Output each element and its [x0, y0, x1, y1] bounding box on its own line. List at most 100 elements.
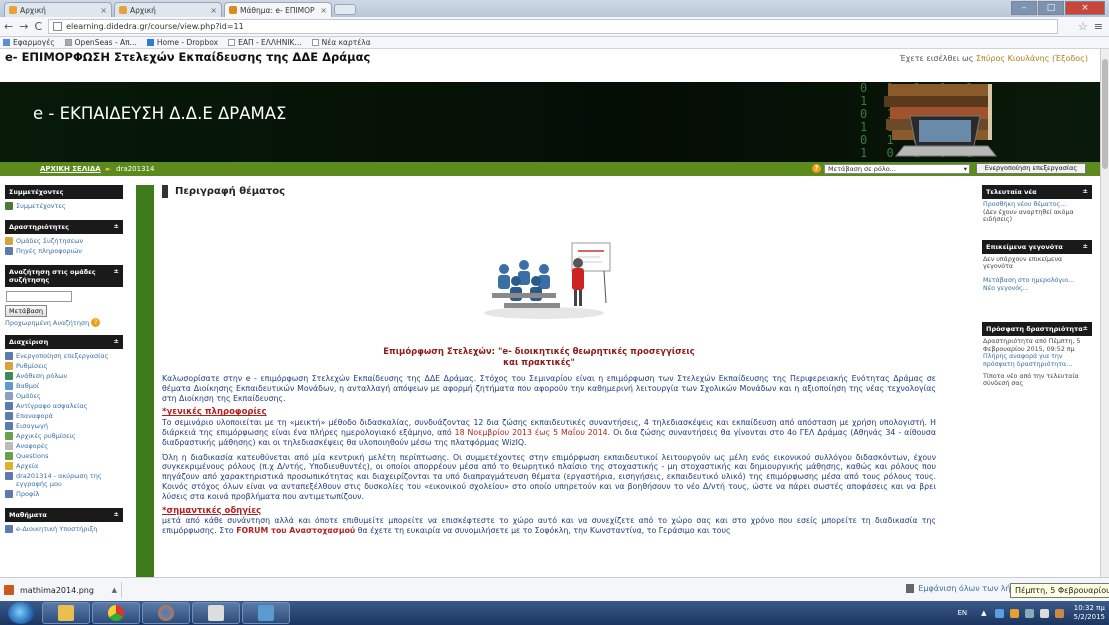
url-field[interactable]: elearning.didedra.gr/course/view.php?id=… — [48, 19, 1058, 34]
admin-item-grades[interactable]: Βαθμοί — [5, 382, 123, 390]
close-tab-icon[interactable]: × — [320, 6, 327, 15]
site-banner: 0 1 0 1 1 1 0 0 1 0 0 1 1 0 1 1 0 1 0 0 … — [0, 82, 1100, 162]
browser-tab-strip: Αρχική × Αρχική × Μάθημα: e- ΕΠΙΜΟΡ × — [0, 0, 1109, 17]
browser-tab-3[interactable]: Μάθημα: e- ΕΠΙΜΟΡ × — [224, 2, 332, 17]
taskbar-explorer[interactable] — [42, 602, 90, 624]
new-tab-button[interactable] — [334, 4, 356, 15]
user-link[interactable]: Σπύρος Κιουλάνης — [976, 54, 1049, 63]
admin-item-unenrol[interactable]: dra201314 - ακύρωση της εγγραφής μου — [5, 472, 123, 488]
bookmark-dropbox[interactable]: Home - Dropbox — [146, 38, 218, 47]
sidebar-item-label: Ομάδες Συζήτησεων — [16, 237, 84, 245]
collapse-toggle-icon[interactable]: ± — [114, 222, 119, 230]
admin-item-files[interactable]: Αρχεία — [5, 462, 123, 470]
admin-item-settings[interactable]: Ρυθμίσεις — [5, 362, 123, 370]
bookmark-newtab[interactable]: Νέα καρτέλα — [311, 38, 371, 47]
sidebar-item-forums[interactable]: Ομάδες Συζήτησεων — [5, 237, 123, 245]
roles-icon — [5, 372, 13, 380]
close-tab-icon[interactable]: × — [210, 6, 217, 15]
role-select-value: Μετάβαση σε ρόλο... — [828, 165, 896, 173]
admin-item-profile[interactable]: Προφίλ — [5, 490, 123, 498]
admin-item-reports[interactable]: Αναφορές — [5, 442, 123, 450]
close-window-button[interactable]: × — [1065, 1, 1105, 15]
minimize-button[interactable]: – — [1011, 1, 1037, 15]
turn-editing-on-button[interactable]: Ενεργοποίηση επεξεργασίας — [976, 163, 1086, 174]
breadcrumb: ΑΡΧΙΚΗ ΣΕΛΙΔΑ ► dra201314 — [40, 165, 154, 173]
reload-icon[interactable]: C — [34, 20, 42, 33]
help-icon[interactable]: ? — [812, 164, 821, 173]
admin-item-edit[interactable]: Ενεργοποίηση επεξεργασίας — [5, 352, 123, 360]
advanced-search-link[interactable]: Προχωρημένη Αναζήτηση? — [5, 318, 123, 327]
menu-icon[interactable]: ≡ — [1094, 20, 1103, 33]
bookmark-apps[interactable]: Εφαρμογές — [3, 38, 55, 47]
role-switch-select[interactable]: Μετάβαση σε ρόλο... ▾ — [824, 164, 970, 174]
collapse-toggle-icon[interactable]: ± — [1083, 187, 1088, 195]
forward-icon[interactable]: → — [19, 20, 28, 33]
admin-item-reset[interactable]: Αρχικές ρυθμίσεις — [5, 432, 123, 440]
go-button[interactable]: Μετάβαση — [5, 305, 47, 317]
admin-item-backup[interactable]: Αντίγραφο ασφαλείας — [5, 402, 123, 410]
calendar-link[interactable]: Μετάβαση στο ημερολόγιο... — [983, 277, 1091, 285]
chevron-down-icon[interactable]: ▲ — [112, 586, 117, 594]
date-tooltip: Πέμπτη, 5 Φεβρουαρίου 2015 — [1010, 583, 1109, 598]
browser-tab-2[interactable]: Αρχική × — [114, 2, 222, 17]
logout-link[interactable]: (Έξοδος) — [1052, 54, 1088, 63]
main-content: Περιγραφή θέματος Επιμόρφωση Στελεχών: "… — [162, 185, 957, 535]
admin-item-roles[interactable]: Ανάθεση ρόλων — [5, 372, 123, 380]
new-event-link[interactable]: Νέο γεγονός... — [983, 285, 1091, 293]
flag-icon[interactable] — [994, 608, 1004, 618]
bookmark-openseas[interactable]: OpenSeas - Απ... — [64, 38, 137, 47]
taskbar-chrome[interactable] — [92, 602, 140, 624]
taskbar-firefox[interactable] — [142, 602, 190, 624]
taskbar-calculator[interactable] — [192, 602, 240, 624]
collapse-toggle-icon[interactable]: ± — [114, 337, 119, 345]
volume-icon[interactable] — [1039, 608, 1049, 618]
admin-item-restore[interactable]: Επαναφορά — [5, 412, 123, 420]
start-button[interactable] — [8, 602, 34, 624]
download-item[interactable]: mathima2014.png ▲ — [4, 582, 122, 598]
taskbar-paint[interactable] — [242, 602, 290, 624]
maximize-button[interactable]: □ — [1038, 1, 1064, 15]
close-tab-icon[interactable]: × — [100, 6, 107, 15]
important-instructions-heading: *σημαντικές οδηγίες — [162, 505, 262, 516]
admin-item-import[interactable]: Εισαγωγή — [5, 422, 123, 430]
network-icon[interactable] — [1024, 608, 1034, 618]
reflection-forum-link[interactable]: FORUM του Αναστοχασμού — [236, 526, 355, 535]
bookmark-eap[interactable]: ΕΑΠ - ΕΛΛΗΝΙΚ... — [228, 38, 302, 47]
administration-block: Διαχείριση ± Ενεργοποίηση επεξεργασίας Ρυ… — [5, 335, 123, 501]
course-icon — [5, 525, 13, 533]
clock-date: 5/2/2015 — [1073, 613, 1105, 621]
bookmarks-bar: Εφαρμογές OpenSeas - Απ... Home - Dropbo… — [0, 37, 1109, 49]
sidebar-item-resources[interactable]: Πηγές πληροφοριών — [5, 247, 123, 255]
collapse-toggle-icon[interactable]: ± — [114, 510, 119, 518]
app-tray-icon[interactable] — [1054, 608, 1064, 618]
course-item[interactable]: e-Διοικητική Υποστήριξη — [5, 525, 123, 533]
collapse-toggle-icon[interactable]: ± — [114, 267, 119, 275]
site-favicon-icon — [9, 6, 17, 14]
power-icon[interactable] — [1009, 608, 1019, 618]
browser-tab-1[interactable]: Αρχική × — [4, 2, 112, 17]
folder-icon — [64, 39, 72, 46]
collapse-toggle-icon[interactable]: ± — [1083, 242, 1088, 250]
forum-search-input[interactable] — [6, 291, 72, 302]
banner-title: e - ΕΚΠΑΙΔΕΥΣΗ Δ.Δ.Ε ΔΡΑΜΑΣ — [33, 104, 287, 123]
language-indicator[interactable]: EN — [957, 609, 967, 617]
admin-item-groups[interactable]: Ομάδες — [5, 392, 123, 400]
back-icon[interactable]: ← — [4, 20, 13, 33]
clock[interactable]: 10:32 πμ 5/2/2015 — [1074, 604, 1105, 622]
admin-item-questions[interactable]: Questions — [5, 452, 123, 460]
scrollbar-thumb[interactable] — [1102, 59, 1108, 169]
help-icon[interactable]: ? — [91, 318, 101, 327]
sidebar-item-participants[interactable]: Συμμετέχοντες — [5, 202, 123, 210]
show-hidden-icons-icon[interactable]: ▲ — [981, 609, 986, 617]
page-scrollbar[interactable] — [1100, 49, 1109, 577]
sidebar-item-label: Αναφορές — [16, 442, 49, 450]
block-title: Μαθήματα — [9, 511, 47, 519]
full-report-link[interactable]: Πλήρης αναφορά για την πρόσφατη δραστηρι… — [983, 353, 1091, 368]
add-topic-link[interactable]: Προσθήκη νέου θέματος... — [983, 201, 1091, 209]
folder-icon — [58, 605, 74, 621]
collapse-toggle-icon[interactable]: ± — [1083, 324, 1088, 332]
bookmark-star-icon[interactable]: ☆ — [1078, 20, 1088, 33]
settings-icon — [5, 362, 13, 370]
breadcrumb-home-link[interactable]: ΑΡΧΙΚΗ ΣΕΛΙΔΑ — [40, 165, 101, 173]
instructions-paragraph: μετά από κάθε συνάντηση αλλά και όποτε ε… — [162, 516, 936, 536]
